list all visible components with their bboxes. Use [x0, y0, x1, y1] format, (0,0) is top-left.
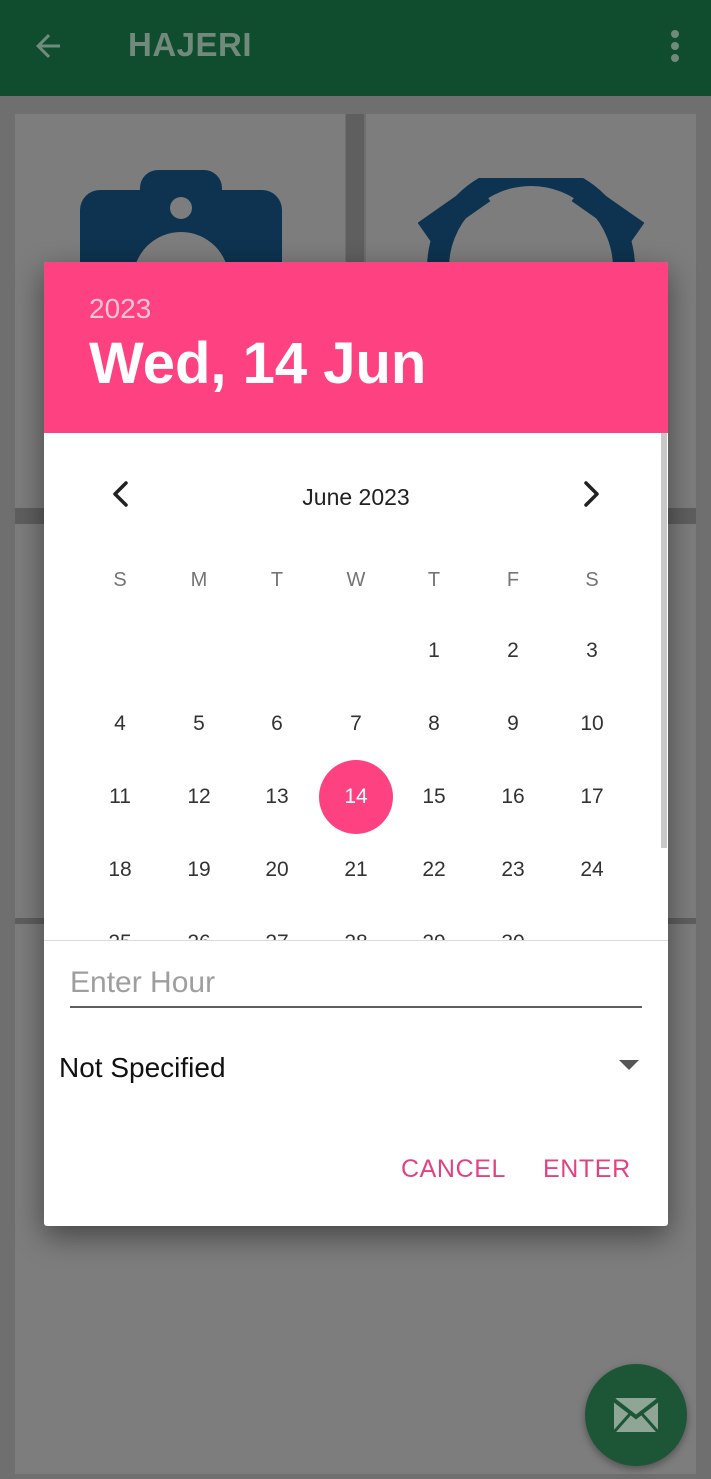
weekday-label: T [427, 569, 441, 591]
calendar-day[interactable]: 1 [404, 639, 464, 663]
calendar-day[interactable]: 3 [562, 639, 622, 663]
weekday-label: S [113, 569, 127, 591]
calendar-day[interactable]: 5 [169, 712, 229, 736]
weekday-label: M [190, 569, 208, 591]
date-picker-dialog: 2023 Wed, 14 Jun June 2023 SMTWTFS123456… [44, 262, 668, 1226]
calendar-day[interactable]: 10 [562, 712, 622, 736]
calendar-day-selected[interactable]: 14 [326, 785, 386, 809]
dropdown-selected-value: Not Specified [59, 1052, 226, 1083]
calendar-day[interactable]: 24 [562, 858, 622, 882]
calendar-day[interactable]: 4 [90, 712, 150, 736]
divider [44, 940, 668, 941]
calendar-day[interactable]: 8 [404, 712, 464, 736]
cancel-button[interactable]: CANCEL [401, 1155, 506, 1184]
calendar-day[interactable]: 15 [404, 785, 464, 809]
calendar-scrollbar[interactable] [661, 433, 667, 848]
dropdown-arrow-icon [619, 1060, 639, 1070]
date-picker-header: 2023 Wed, 14 Jun [44, 262, 668, 433]
calendar-day[interactable]: 18 [90, 858, 150, 882]
calendar-day[interactable]: 13 [247, 785, 307, 809]
next-month-button[interactable] [568, 470, 616, 518]
calendar-day[interactable]: 26 [169, 931, 229, 940]
back-arrow-icon[interactable] [26, 24, 70, 68]
app-bar: HAJERI [0, 0, 711, 96]
calendar-day[interactable]: 29 [404, 931, 464, 940]
app-title: HAJERI [128, 26, 253, 63]
calendar-day[interactable]: 6 [247, 712, 307, 736]
status-dropdown[interactable]: Not Specified [59, 1048, 639, 1092]
camera-icon [80, 170, 282, 270]
hour-input[interactable] [70, 960, 642, 1008]
calendar-day[interactable]: 9 [483, 712, 543, 736]
more-vert-icon[interactable] [660, 24, 690, 68]
calendar-day[interactable]: 11 [90, 785, 150, 809]
calendar-day[interactable]: 30 [483, 931, 543, 940]
calendar-day[interactable]: 17 [562, 785, 622, 809]
calendar-month-view: June 2023 S M T W T F S 1 2 3 4 5 6 7 8 9 10 11 12 13 14 15 16… [44, 433, 668, 940]
calendar-day[interactable]: 12 [169, 785, 229, 809]
calendar-day[interactable]: 21 [326, 858, 386, 882]
calendar-day[interactable]: 28 [326, 931, 386, 940]
calendar-day[interactable]: 23 [483, 858, 543, 882]
calendar-day[interactable]: 7 [326, 712, 386, 736]
calendar-day[interactable]: 19 [169, 858, 229, 882]
mail-icon [612, 1398, 660, 1433]
calendar-day[interactable]: 22 [404, 858, 464, 882]
header-year[interactable]: 2023 [89, 293, 151, 325]
weekday-label: F [506, 569, 520, 591]
weekday-label: S [585, 569, 599, 591]
alarm-clock-icon [418, 178, 644, 268]
calendar-day[interactable]: 16 [483, 785, 543, 809]
calendar-day[interactable]: 20 [247, 858, 307, 882]
weekday-label: W [346, 569, 366, 591]
calendar-day[interactable]: 25 [90, 931, 150, 940]
header-selected-date[interactable]: Wed, 14 Jun [89, 330, 426, 397]
weekday-label: T [270, 569, 284, 591]
calendar-day[interactable]: 2 [483, 639, 543, 663]
chevron-right-icon [584, 481, 599, 507]
enter-button[interactable]: ENTER [543, 1155, 631, 1184]
mail-fab-button[interactable] [585, 1364, 687, 1466]
calendar-day[interactable]: 27 [247, 931, 307, 940]
